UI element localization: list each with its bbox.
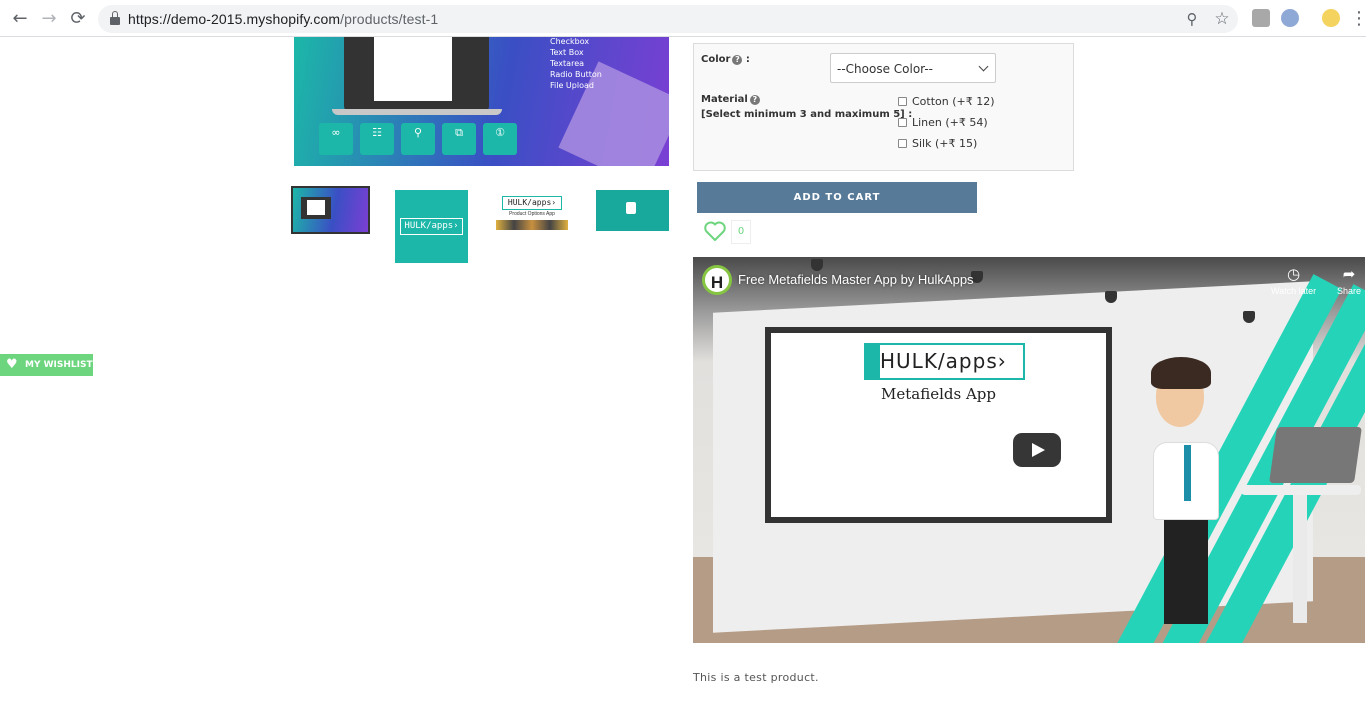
checkbox[interactable]: [898, 97, 907, 106]
feature-list-item: Text Box: [550, 48, 584, 57]
watch-later-button[interactable]: ◷ Watch later: [1271, 265, 1316, 296]
heart-icon[interactable]: [703, 220, 727, 242]
my-wishlist-tab[interactable]: ♥ MY WISHLIST: [0, 354, 93, 376]
share-label: Share: [1337, 286, 1362, 296]
zoom-icon[interactable]: ⚲: [1182, 9, 1202, 29]
star-icon[interactable]: ☆: [1212, 9, 1232, 29]
heart-icon: ♥: [6, 357, 18, 372]
product-description: This is a test product.: [693, 671, 819, 684]
wishlist-count: 0: [731, 220, 751, 244]
feature-list: Checkbox Text Box Textarea Radio Button …: [550, 37, 602, 91]
hulk-logo-mini: HULK/apps›: [400, 218, 463, 235]
grid-icon: ☷: [360, 123, 394, 155]
url-text[interactable]: https://demo-2015.myshopify.com/products…: [128, 11, 438, 27]
material-label-text: Material: [701, 94, 748, 105]
feature-list-item: File Upload: [550, 81, 594, 90]
material-option-linen[interactable]: Linen (+₹ 54): [898, 116, 988, 129]
lamp-icon: [1105, 291, 1117, 303]
table-leg: [1293, 493, 1307, 623]
feature-list-item: Checkbox: [550, 37, 590, 46]
screen-subtitle: Metafields App: [881, 385, 996, 403]
thumbnail-4[interactable]: [596, 190, 669, 231]
forward-icon[interactable]: →: [38, 8, 60, 30]
product-icon: [626, 202, 636, 214]
color-label-text: Color: [701, 54, 731, 65]
hulk-logo-text: HULK/apps›: [880, 349, 1007, 373]
watch-later-label: Watch later: [1271, 286, 1317, 296]
feature-list-item: Radio Button: [550, 70, 602, 79]
channel-avatar[interactable]: H: [702, 265, 732, 295]
profile-icon[interactable]: [1322, 9, 1340, 27]
color-select[interactable]: --Choose Color--: [830, 53, 996, 83]
extension-icon[interactable]: [1281, 9, 1299, 27]
color-label-colon: :: [742, 54, 750, 65]
menu-icon[interactable]: ⋮: [1350, 8, 1366, 30]
checkbox[interactable]: [898, 139, 907, 148]
lamp-icon: [1243, 311, 1255, 323]
share-icon: ➦: [1342, 265, 1356, 283]
chevron-down-icon: [978, 61, 989, 72]
table-top: [1241, 485, 1361, 495]
help-icon[interactable]: ?: [749, 95, 760, 105]
material-option-label: Silk (+₹ 15): [912, 137, 978, 150]
address-bar[interactable]: https://demo-2015.myshopify.com/products…: [98, 5, 1238, 33]
play-button[interactable]: [1013, 433, 1061, 467]
product-options-panel: Color? : --Choose Color-- Material? [Sel…: [693, 43, 1074, 171]
url-path: /products/test-1: [340, 11, 439, 27]
reload-icon[interactable]: ⟳: [67, 8, 89, 30]
video-title[interactable]: Free Metafields Master App by HulkApps: [738, 272, 974, 287]
laptop-illustration: [1269, 427, 1362, 483]
material-label: Material?: [701, 94, 760, 105]
material-option-silk[interactable]: Silk (+₹ 15): [898, 137, 977, 150]
presenter-tie: [1184, 445, 1191, 501]
material-rule: [Select minimum 3 and maximum 5] :: [701, 109, 913, 120]
presenter-legs: [1164, 519, 1208, 624]
share-button[interactable]: ➦ Share: [1337, 265, 1361, 296]
clock-icon: ◷: [1287, 265, 1301, 283]
infinity-icon: ∞: [319, 123, 353, 155]
checkbox[interactable]: [898, 118, 907, 127]
dollar-icon: ①: [483, 123, 517, 155]
video-player[interactable]: HULK/apps› Metafields App H Free Metafie…: [693, 257, 1365, 643]
help-icon[interactable]: ?: [732, 55, 743, 65]
thumbnail-1[interactable]: [291, 186, 370, 234]
bulb-icon: ⚲: [401, 123, 435, 155]
lock-icon[interactable]: [110, 11, 120, 25]
material-option-label: Linen (+₹ 54): [912, 116, 988, 129]
feature-tiles: ∞ ☷ ⚲ ⧉ ①: [319, 123, 517, 155]
back-icon[interactable]: ←: [9, 8, 31, 30]
play-icon: [1032, 443, 1045, 457]
color-select-value: --Choose Color--: [837, 62, 933, 76]
thumbnail-caption: Product Options App: [509, 211, 555, 217]
lamp-icon: [811, 259, 823, 271]
feature-list-item: Textarea: [550, 59, 585, 68]
thumbnail-3[interactable]: HULK/apps› Product Options App: [494, 190, 570, 232]
material-option-label: Cotton (+₹ 12): [912, 95, 995, 108]
presenter-hair: [1151, 357, 1211, 389]
hulk-logo-mini: HULK/apps›: [502, 196, 562, 210]
copy-icon: ⧉: [442, 123, 476, 155]
material-option-cotton[interactable]: Cotton (+₹ 12): [898, 95, 995, 108]
url-host: https://demo-2015.myshopify.com: [128, 11, 341, 27]
product-main-image[interactable]: Checkbox Text Box Textarea Radio Button …: [294, 37, 669, 166]
laptop-base: [332, 109, 502, 115]
browser-toolbar: ← → ⟳ https://demo-2015.myshopify.com/pr…: [0, 0, 1366, 37]
extension-icon[interactable]: [1252, 9, 1270, 27]
thumbnail-2[interactable]: HULK/apps›: [395, 190, 468, 263]
my-wishlist-label: MY WISHLIST: [25, 360, 93, 370]
add-to-cart-button[interactable]: ADD TO CART: [697, 182, 977, 213]
laptop-illustration: [344, 37, 489, 112]
color-label: Color? :: [701, 54, 750, 65]
presentation-screen: HULK/apps› Metafields App: [765, 327, 1112, 523]
hulk-apps-logo: HULK/apps›: [864, 343, 1025, 380]
people-illustration: [496, 220, 568, 230]
